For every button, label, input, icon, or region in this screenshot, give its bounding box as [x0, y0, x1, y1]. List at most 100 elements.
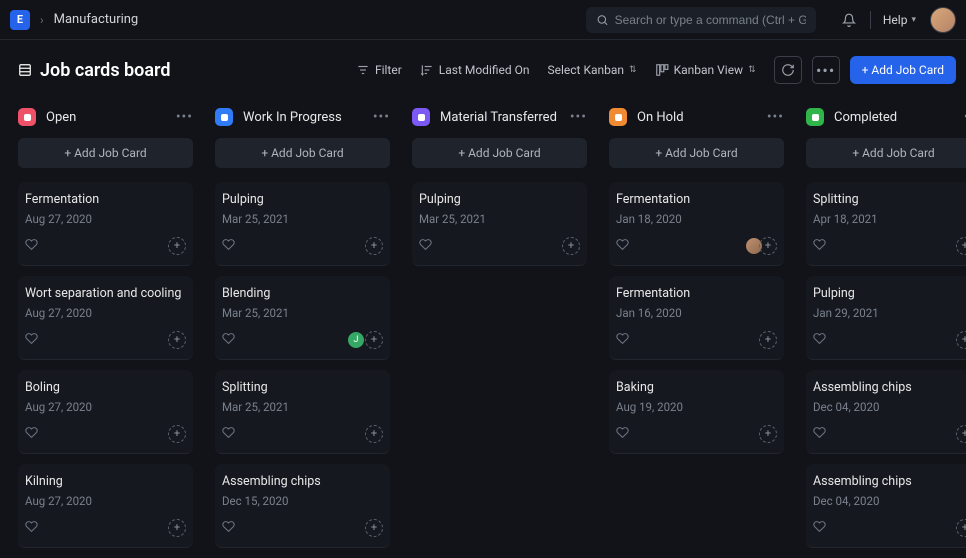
add-assignee-button[interactable]: + [759, 331, 777, 349]
separator [870, 11, 871, 29]
column-header: Completed ••• [806, 100, 966, 138]
add-assignee-button[interactable]: + [365, 237, 383, 255]
assignee-avatar[interactable]: J [347, 331, 365, 349]
assignees: + [956, 331, 966, 349]
heart-icon [813, 332, 826, 345]
card-title: Baking [616, 380, 777, 395]
job-card[interactable]: Boling Aug 27, 2020 + [18, 370, 193, 454]
heart-icon [616, 426, 629, 439]
add-assignee-button[interactable]: + [168, 331, 186, 349]
add-card-button[interactable]: + Add Job Card [215, 138, 390, 168]
like-button[interactable] [25, 518, 38, 537]
add-assignee-button[interactable]: + [759, 425, 777, 443]
view-button[interactable]: Kanban View ⇅ [655, 63, 756, 77]
job-card[interactable]: Splitting Mar 25, 2021 + [215, 370, 390, 454]
job-card[interactable]: Fermentation Aug 27, 2020 + [18, 182, 193, 266]
filter-icon [356, 63, 370, 77]
status-dot [412, 108, 430, 126]
more-button[interactable]: ••• [812, 56, 840, 84]
like-button[interactable] [222, 424, 235, 443]
assignees: + [956, 519, 966, 537]
add-assignee-button[interactable]: + [759, 237, 777, 255]
job-card[interactable]: Wort separation and cooling Aug 27, 2020… [18, 276, 193, 360]
like-button[interactable] [419, 236, 432, 255]
assignees: + [365, 519, 383, 537]
heart-icon [222, 426, 235, 439]
assignees: + [759, 425, 777, 443]
status-dot [609, 108, 627, 126]
app-logo[interactable]: E [10, 10, 30, 30]
refresh-button[interactable] [774, 56, 802, 84]
column-menu-button[interactable]: ••• [373, 109, 390, 125]
job-card[interactable]: Assembling chips Dec 15, 2020 + [215, 464, 390, 548]
card-date: Aug 27, 2020 [25, 494, 186, 508]
add-assignee-button[interactable]: + [365, 425, 383, 443]
add-assignee-button[interactable]: + [168, 425, 186, 443]
job-card[interactable]: Fermentation Jan 16, 2020 + [609, 276, 784, 360]
filter-button[interactable]: Filter [356, 63, 402, 77]
column-title: Material Transferred [440, 110, 570, 125]
like-button[interactable] [25, 236, 38, 255]
heart-icon [222, 238, 235, 251]
add-assignee-button[interactable]: + [956, 519, 966, 537]
like-button[interactable] [813, 518, 826, 537]
assignees: + [759, 331, 777, 349]
help-button[interactable]: Help ▾ [883, 13, 916, 27]
sort-button[interactable]: Last Modified On [420, 63, 530, 77]
add-card-button[interactable]: + Add Job Card [18, 138, 193, 168]
add-card-button[interactable]: + Add Job Card [806, 138, 966, 168]
add-assignee-button[interactable]: + [956, 237, 966, 255]
add-assignee-button[interactable]: + [168, 237, 186, 255]
search-input[interactable] [615, 13, 806, 27]
like-button[interactable] [222, 236, 235, 255]
column-menu-button[interactable]: ••• [570, 109, 587, 125]
column-menu-button[interactable]: ••• [176, 109, 193, 125]
job-card[interactable]: Kilning Aug 27, 2020 + [18, 464, 193, 548]
add-assignee-button[interactable]: + [365, 331, 383, 349]
card-title: Pulping [419, 192, 580, 207]
add-assignee-button[interactable]: + [168, 519, 186, 537]
add-card-button[interactable]: + Add Job Card [609, 138, 784, 168]
like-button[interactable] [222, 330, 235, 349]
job-card[interactable]: Pulping Jan 29, 2021 + [806, 276, 966, 360]
like-button[interactable] [25, 330, 38, 349]
job-card[interactable]: Assembling chips Dec 04, 2020 + [806, 464, 966, 548]
job-card[interactable]: Blending Mar 25, 2021 J+ [215, 276, 390, 360]
assignees: + [745, 237, 777, 255]
card-title: Assembling chips [813, 380, 966, 395]
card-date: Aug 19, 2020 [616, 400, 777, 414]
heart-icon [222, 520, 235, 533]
like-button[interactable] [616, 330, 629, 349]
add-assignee-button[interactable]: + [562, 237, 580, 255]
heart-icon [813, 426, 826, 439]
job-card[interactable]: Baking Aug 19, 2020 + [609, 370, 784, 454]
add-assignee-button[interactable]: + [956, 425, 966, 443]
select-kanban-button[interactable]: Select Kanban ⇅ [548, 63, 637, 77]
like-button[interactable] [222, 518, 235, 537]
column-menu-button[interactable]: ••• [767, 109, 784, 125]
avatar[interactable] [930, 7, 956, 33]
job-card[interactable]: Pulping Mar 25, 2021 + [215, 182, 390, 266]
job-card[interactable]: Fermentation Jan 18, 2020 + [609, 182, 784, 266]
assignees: + [365, 425, 383, 443]
like-button[interactable] [813, 330, 826, 349]
search-box[interactable] [586, 7, 816, 33]
card-date: Aug 27, 2020 [25, 306, 186, 320]
add-assignee-button[interactable]: + [956, 331, 966, 349]
add-job-card-button[interactable]: + Add Job Card [850, 56, 956, 84]
add-assignee-button[interactable]: + [365, 519, 383, 537]
job-card[interactable]: Pulping Mar 25, 2021 + [412, 182, 587, 266]
job-card[interactable]: Assembling chips Dec 04, 2020 + [806, 370, 966, 454]
breadcrumb[interactable]: Manufacturing [54, 12, 139, 27]
status-dot [806, 108, 824, 126]
like-button[interactable] [813, 424, 826, 443]
add-card-button[interactable]: + Add Job Card [412, 138, 587, 168]
job-card[interactable]: Splitting Apr 18, 2021 + [806, 182, 966, 266]
like-button[interactable] [616, 424, 629, 443]
heart-icon [419, 238, 432, 251]
add-job-card-label: + Add Job Card [862, 63, 944, 77]
like-button[interactable] [813, 236, 826, 255]
like-button[interactable] [616, 236, 629, 255]
notifications-button[interactable] [834, 5, 864, 35]
like-button[interactable] [25, 424, 38, 443]
